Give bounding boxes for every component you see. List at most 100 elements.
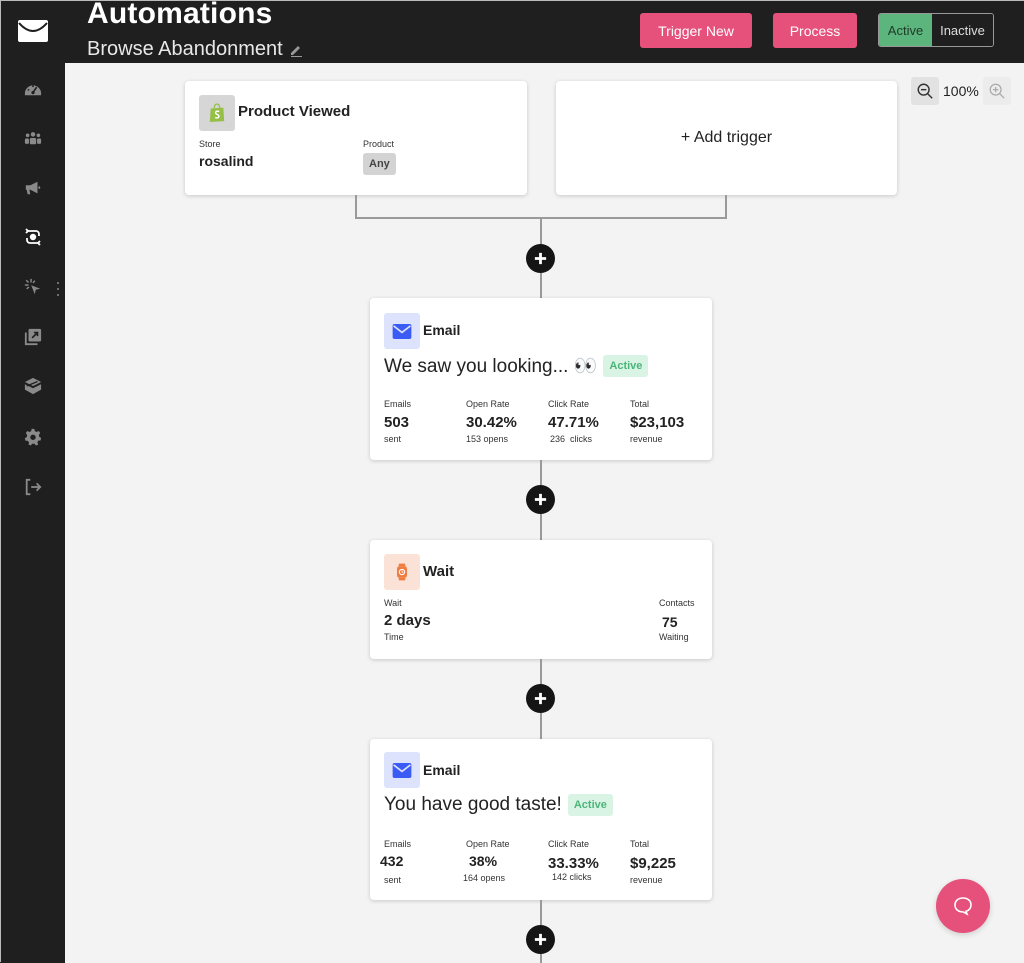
email-subject-text: We saw you looking... 👀 [384, 356, 598, 377]
stat-value: 33.33% [548, 855, 599, 872]
stat-value: 30.42% [466, 414, 517, 431]
stat-sub: sent [384, 875, 402, 885]
chat-bubble-icon [954, 897, 972, 916]
connector-line [355, 195, 357, 219]
sidebar-item-logout[interactable] [21, 475, 45, 499]
sidebar-resize-handle[interactable] [56, 282, 60, 296]
zoom-out-icon [917, 83, 933, 99]
add-trigger-card[interactable]: + Add trigger [556, 81, 897, 195]
chat-support-button[interactable] [936, 879, 990, 933]
stat-sub: 236 clicks [550, 434, 593, 444]
add-step-button[interactable] [526, 244, 555, 273]
email-subject: We saw you looking... 👀 Active [384, 354, 649, 378]
stat-label: Emails [384, 399, 412, 409]
stat-label: Click Rate [548, 399, 590, 409]
add-step-button[interactable] [526, 925, 555, 954]
status-toggle[interactable]: Active Inactive [878, 13, 994, 47]
product-value-chip[interactable]: Any [363, 153, 396, 175]
stat-sub: 142 clicks [552, 872, 592, 882]
plus-icon [534, 933, 547, 946]
wait-value: 2 days [384, 612, 431, 629]
logo-envelope-icon[interactable] [17, 19, 49, 43]
app-window: Automations Browse Abandonment Trigger N… [0, 0, 1024, 963]
automation-name-text: Browse Abandonment [87, 38, 283, 60]
plus-icon [534, 252, 547, 265]
product-label: Product [363, 139, 395, 149]
cursor-click-icon [24, 278, 41, 295]
toggle-inactive[interactable]: Inactive [932, 14, 993, 46]
stat-sub: 153 opens [466, 434, 509, 444]
email-step-card[interactable]: Email You have good taste! Active Emails… [370, 739, 712, 900]
store-label: Store [199, 139, 221, 149]
stat-value: 47.71% [548, 414, 599, 431]
stat-label: Total [630, 399, 650, 409]
stat-sub: revenue [630, 875, 663, 885]
sidebar-item-contacts[interactable] [21, 126, 45, 150]
status-badge: Active [603, 355, 649, 377]
zoom-out-button[interactable] [911, 77, 939, 105]
contacts-sub: Waiting [659, 632, 689, 642]
sidebar-item-campaigns[interactable] [21, 176, 45, 200]
stat-value: $9,225 [630, 855, 676, 872]
gear-icon [24, 428, 42, 446]
trigger-title: Product Viewed [238, 103, 351, 120]
sidebar-item-media[interactable] [21, 325, 45, 349]
stat-value: 38% [469, 853, 498, 869]
zoom-controls: 100% [911, 77, 1011, 105]
sidebar-item-tracking[interactable] [21, 275, 45, 299]
add-step-button[interactable] [526, 485, 555, 514]
contacts-icon [24, 132, 42, 145]
contacts-label: Contacts [659, 598, 695, 608]
layers-icon [24, 377, 42, 395]
status-badge: Active [567, 794, 613, 816]
wait-sub: Time [384, 632, 404, 642]
step-type: Email [423, 762, 461, 778]
contacts-value: 75 [662, 614, 678, 630]
sidebar-item-templates[interactable] [21, 374, 45, 398]
email-subject: You have good taste! Active [384, 794, 613, 816]
stat-sub: 164 opens [463, 873, 506, 883]
sidebar-item-settings[interactable] [21, 425, 45, 449]
connector-line [725, 195, 727, 219]
logout-icon [25, 478, 42, 496]
stat-label: Click Rate [548, 839, 590, 849]
toggle-active[interactable]: Active [879, 14, 932, 46]
media-icon [24, 328, 42, 346]
stat-sub: sent [384, 434, 402, 444]
step-type: Wait [423, 563, 455, 580]
stat-label: Open Rate [466, 399, 510, 409]
add-trigger-label: + Add trigger [680, 129, 773, 146]
stat-label: Total [630, 839, 650, 849]
automations-icon [25, 228, 41, 246]
shopify-icon [199, 95, 235, 131]
email-icon [384, 752, 420, 788]
store-value: rosalind [199, 153, 254, 169]
zoom-in-icon [989, 83, 1005, 99]
process-button[interactable]: Process [773, 13, 857, 48]
add-step-button[interactable] [526, 684, 555, 713]
megaphone-icon [25, 181, 41, 195]
email-icon [384, 313, 420, 349]
email-subject-text: You have good taste! [384, 794, 562, 815]
sidebar [1, 63, 65, 963]
stat-value: $23,103 [630, 414, 685, 431]
stat-label: Emails [384, 839, 412, 849]
sidebar-item-automations[interactable] [21, 225, 45, 249]
stat-value: 503 [384, 414, 410, 431]
step-type: Email [423, 322, 461, 338]
email-step-card[interactable]: Email We saw you looking... 👀 Active Ema… [370, 298, 712, 460]
page-title: Automations [87, 0, 273, 30]
zoom-level: 100% [943, 83, 979, 99]
dashboard-icon [24, 85, 42, 96]
wait-step-card[interactable]: Wait Wait 2 days Time Contacts 75 Waitin… [370, 540, 712, 659]
automation-name[interactable]: Browse Abandonment [87, 38, 303, 61]
trigger-card-product-viewed[interactable]: Product Viewed Store rosalind Product An… [185, 81, 527, 195]
wait-label: Wait [384, 598, 402, 608]
edit-pencil-icon[interactable] [289, 43, 303, 57]
trigger-new-button[interactable]: Trigger New [640, 13, 752, 48]
plus-icon [534, 692, 547, 705]
sidebar-item-dashboard[interactable] [21, 77, 45, 101]
top-bar: Automations Browse Abandonment Trigger N… [1, 0, 1024, 63]
zoom-in-button[interactable] [982, 77, 1011, 105]
workflow-canvas[interactable]: 100% Product Viewed Store rosalind Produ… [65, 63, 1024, 963]
